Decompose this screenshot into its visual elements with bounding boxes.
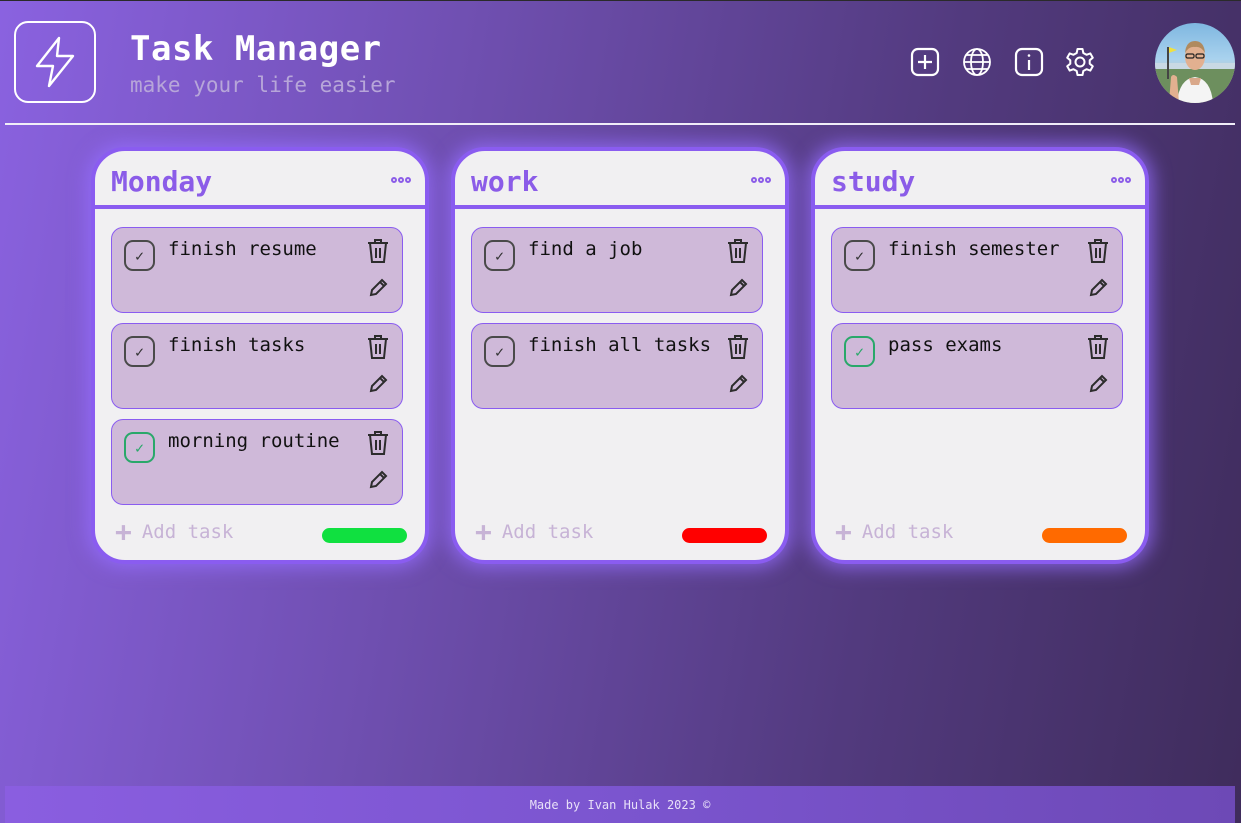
priority-bar[interactable] <box>1042 528 1127 543</box>
trash-icon[interactable] <box>1086 238 1110 264</box>
task-text: finish tasks <box>168 334 306 356</box>
task-checkbox[interactable]: ✓ <box>484 240 515 271</box>
settings-icon <box>1066 48 1094 76</box>
plus-icon: + <box>835 515 852 548</box>
trash-icon[interactable] <box>366 430 390 456</box>
task-checkbox[interactable]: ✓ <box>844 240 875 271</box>
add-task-button[interactable]: + Add task <box>115 515 234 548</box>
add-task-label: Add task <box>141 521 234 543</box>
add-task-label: Add task <box>861 521 954 543</box>
task-card[interactable]: ✓ finish resume <box>111 227 403 313</box>
board-monday: Monday ✓ finish resume ✓ finish tasks ✓ … <box>91 147 429 564</box>
trash-icon[interactable] <box>1086 334 1110 360</box>
task-checkbox-checked[interactable]: ✓ <box>124 432 155 463</box>
pencil-icon[interactable] <box>368 278 388 298</box>
priority-bar[interactable] <box>322 528 407 543</box>
info-button[interactable] <box>1013 46 1045 78</box>
pencil-icon[interactable] <box>728 278 748 298</box>
globe-icon <box>963 48 991 76</box>
board-work: work ✓ find a job ✓ finish all tasks + A… <box>451 147 789 564</box>
board-menu-button[interactable] <box>1111 177 1131 183</box>
app-subtitle: make your life easier <box>130 73 396 97</box>
board-title: Monday <box>111 165 213 198</box>
settings-button[interactable] <box>1064 46 1096 78</box>
plus-icon: + <box>475 515 492 548</box>
board-header: study <box>815 151 1145 209</box>
board-header: work <box>455 151 785 209</box>
board-menu-button[interactable] <box>751 177 771 183</box>
task-text: finish semester <box>888 238 1060 260</box>
pencil-icon[interactable] <box>368 374 388 394</box>
add-board-button[interactable] <box>909 46 941 78</box>
task-card[interactable]: ✓ pass exams <box>831 323 1123 409</box>
task-card[interactable]: ✓ find a job <box>471 227 763 313</box>
add-task-button[interactable]: + Add task <box>475 515 594 548</box>
footer: Made by Ivan Hulak 2023 © <box>5 786 1235 823</box>
task-text: morning routine <box>168 430 340 452</box>
board-title: work <box>471 165 539 198</box>
info-icon <box>1014 47 1044 77</box>
plus-icon: + <box>115 515 132 548</box>
app-logo[interactable] <box>14 21 96 103</box>
trash-icon[interactable] <box>366 334 390 360</box>
header-divider <box>5 123 1235 125</box>
task-text: find a job <box>528 238 643 260</box>
add-task-label: Add task <box>501 521 594 543</box>
lightning-icon <box>35 36 75 88</box>
task-checkbox-checked[interactable]: ✓ <box>844 336 875 367</box>
add-task-button[interactable]: + Add task <box>835 515 954 548</box>
task-text: finish all tasks <box>528 334 712 356</box>
board-title: study <box>831 165 916 198</box>
app-header: Task Manager make your life easier <box>0 1 1241 125</box>
add-icon <box>910 47 940 77</box>
trash-icon[interactable] <box>726 334 750 360</box>
task-card[interactable]: ✓ finish tasks <box>111 323 403 409</box>
user-avatar[interactable] <box>1155 23 1235 103</box>
pencil-icon[interactable] <box>728 374 748 394</box>
task-text: pass exams <box>888 334 1003 356</box>
pencil-icon[interactable] <box>1088 374 1108 394</box>
language-button[interactable] <box>961 46 993 78</box>
board-study: study ✓ finish semester ✓ pass exams + A… <box>811 147 1149 564</box>
task-card[interactable]: ✓ morning routine <box>111 419 403 505</box>
task-text: finish resume <box>168 238 317 260</box>
priority-bar[interactable] <box>682 528 767 543</box>
board-menu-button[interactable] <box>391 177 411 183</box>
footer-credit: Made by Ivan Hulak 2023 © <box>529 798 711 812</box>
task-card[interactable]: ✓ finish all tasks <box>471 323 763 409</box>
board-header: Monday <box>95 151 425 209</box>
task-card[interactable]: ✓ finish semester <box>831 227 1123 313</box>
trash-icon[interactable] <box>366 238 390 264</box>
task-checkbox[interactable]: ✓ <box>124 336 155 367</box>
pencil-icon[interactable] <box>1088 278 1108 298</box>
trash-icon[interactable] <box>726 238 750 264</box>
app-title: Task Manager <box>130 29 382 69</box>
avatar-photo <box>1155 41 1235 103</box>
pencil-icon[interactable] <box>368 470 388 490</box>
task-checkbox[interactable]: ✓ <box>124 240 155 271</box>
task-checkbox[interactable]: ✓ <box>484 336 515 367</box>
